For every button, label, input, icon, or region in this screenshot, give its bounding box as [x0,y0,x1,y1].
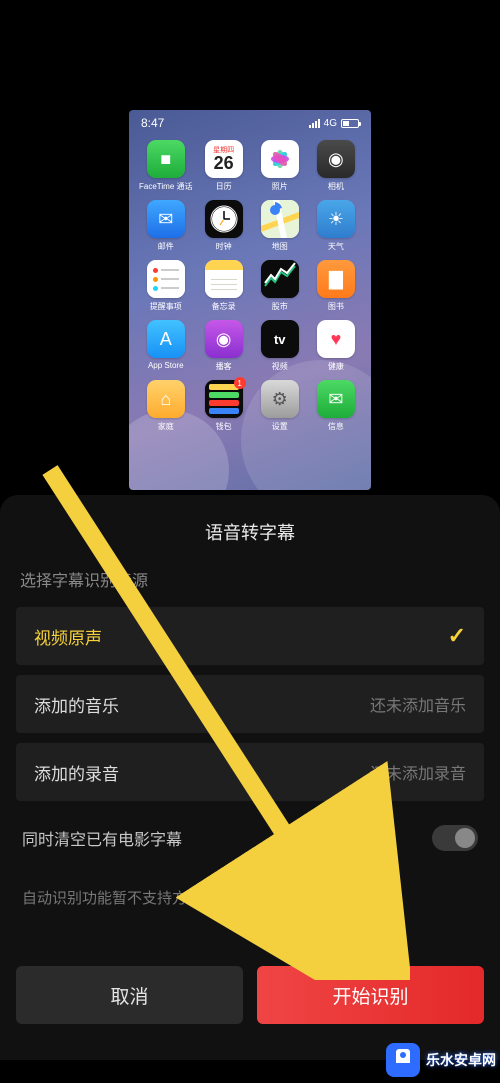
watermark-logo-icon [386,1043,420,1077]
app-label: 家庭 [158,421,174,432]
app-label: 照片 [272,181,288,192]
home-app: ◉ 相机 [311,140,361,192]
app-label: 股市 [272,301,288,312]
button-row: 取消 开始识别 [0,966,500,1024]
home-app: ✉ 邮件 [139,200,193,252]
app-icon [261,140,299,178]
status-network: 4G [324,118,337,129]
home-app: A App Store [139,320,193,372]
app-label: 设置 [272,421,288,432]
audio-source-option[interactable]: 添加的音乐 还未添加音乐 [16,675,484,733]
home-app: ⌂ 家庭 [139,380,193,432]
app-label: 备忘录 [212,301,236,312]
app-icon: ⌂ [147,380,185,418]
status-bar: 8:47 4G [129,110,371,132]
app-icon: ✉ [147,200,185,238]
home-app: 1 钱包 [199,380,249,432]
status-right: 4G [309,118,359,129]
home-app: ✉ 信息 [311,380,361,432]
app-label: 地图 [272,241,288,252]
checkmark-icon: ✓ [448,623,466,649]
clear-subtitles-label: 同时清空已有电影字幕 [22,826,182,850]
audio-source-option[interactable]: 添加的录音 还未添加录音 [16,743,484,801]
audio-source-option[interactable]: 视频原声 ✓ [16,607,484,665]
app-icon [205,200,243,238]
home-app: 地图 [255,200,305,252]
app-icon: ☀ [317,200,355,238]
watermark: 乐水安卓网 [386,1043,496,1077]
app-label: 天气 [328,241,344,252]
audio-source-list: 视频原声 ✓ 添加的音乐 还未添加音乐添加的录音 还未添加录音 [0,607,500,801]
app-label: 时钟 [216,241,232,252]
app-label: 播客 [216,361,232,372]
clear-subtitles-switch[interactable] [432,825,478,851]
start-recognition-button[interactable]: 开始识别 [257,966,484,1024]
option-label: 添加的音乐 [34,692,119,717]
app-label: 信息 [328,421,344,432]
home-app: ◉ 播客 [199,320,249,372]
home-app-grid: ■ FaceTime 通话 星期四26 日历 照片 ◉ 相机 ✉ 邮件 时钟 地图 ☀ 天气提醒事项 备忘… [129,132,371,432]
battery-icon [341,119,359,128]
app-icon: ✉ [317,380,355,418]
app-icon: ⚙ [261,380,299,418]
home-app: 星期四26 日历 [199,140,249,192]
app-icon [147,260,185,298]
cancel-button[interactable]: 取消 [16,966,243,1024]
dialect-hint: 自动识别功能暂不支持方言哦 [0,861,500,908]
option-label: 视频原声 [34,624,102,649]
home-app: ☀ 天气 [311,200,361,252]
app-icon: ♥ [317,320,355,358]
app-icon: ◉ [205,320,243,358]
app-label: 钱包 [216,421,232,432]
app-icon: 星期四26 [205,140,243,178]
home-app: ■ FaceTime 通话 [139,140,193,192]
home-app: 照片 [255,140,305,192]
app-icon: A [147,320,185,358]
app-label: App Store [148,361,184,370]
app-icon: ▇ [317,260,355,298]
panel-title: 语音转字幕 [0,495,500,567]
app-label: FaceTime 通话 [139,181,193,192]
watermark-text: 乐水安卓网 [426,1050,496,1070]
section-label: 选择字幕识别音源 [0,567,500,607]
signal-icon [309,119,320,128]
app-icon: ◉ [317,140,355,178]
app-label: 图书 [328,301,344,312]
home-app: 提醒事项 [139,260,193,312]
app-label: 视频 [272,361,288,372]
home-app: ▇ 图书 [311,260,361,312]
app-icon [205,260,243,298]
app-label: 提醒事项 [150,301,182,312]
app-icon [261,260,299,298]
app-icon: ■ [147,140,185,178]
option-status: 还未添加音乐 [370,692,466,716]
video-preview-area: 8:47 4G ■ FaceTime 通话 星期四26 日历 照片 ◉ 相机 ✉ 邮件 时钟 地图 ☀… [0,0,500,495]
app-icon: tv [261,320,299,358]
app-label: 日历 [216,181,232,192]
home-app: tv 视频 [255,320,305,372]
app-icon: 1 [205,380,243,418]
home-app: ⚙ 设置 [255,380,305,432]
phone-screenshot: 8:47 4G ■ FaceTime 通话 星期四26 日历 照片 ◉ 相机 ✉ 邮件 时钟 地图 ☀… [129,110,371,490]
home-app: 股市 [255,260,305,312]
app-label: 邮件 [158,241,174,252]
status-time: 8:47 [141,116,164,130]
clear-subtitles-row: 同时清空已有电影字幕 [0,811,500,861]
app-label: 健康 [328,361,344,372]
app-label: 相机 [328,181,344,192]
subtitle-panel: 语音转字幕 选择字幕识别音源 视频原声 ✓ 添加的音乐 还未添加音乐添加的录音 还未添加… [0,495,500,1060]
option-status: 还未添加录音 [370,760,466,784]
home-app: 备忘录 [199,260,249,312]
home-app: ♥ 健康 [311,320,361,372]
app-icon [261,200,299,238]
notification-badge: 1 [234,377,246,389]
option-label: 添加的录音 [34,760,119,785]
home-app: 时钟 [199,200,249,252]
